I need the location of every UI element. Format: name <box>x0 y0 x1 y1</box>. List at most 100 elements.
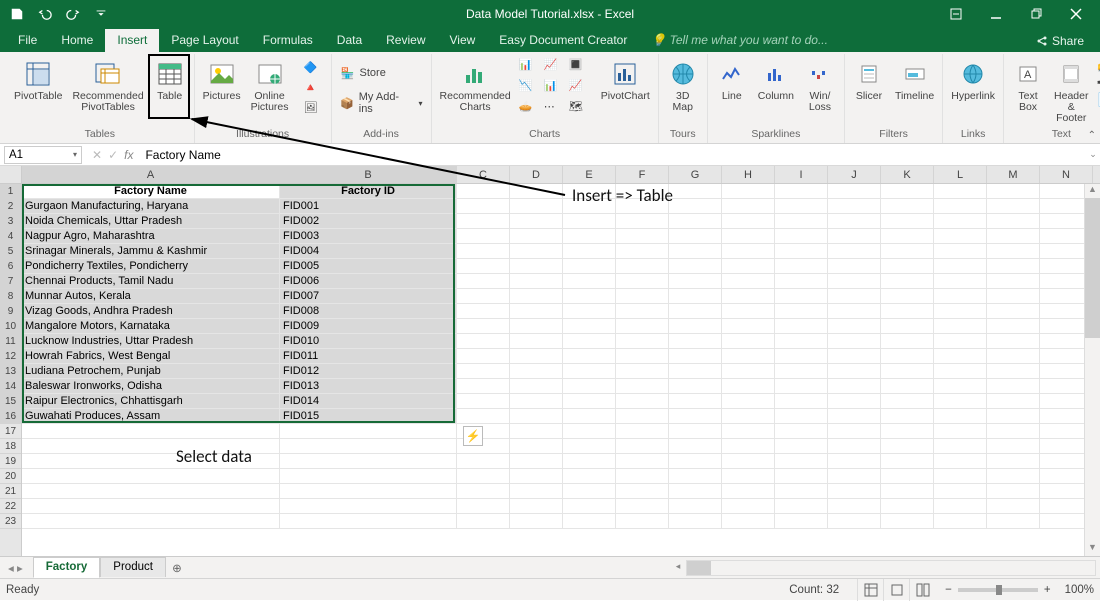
cell[interactable] <box>563 349 616 363</box>
cell[interactable] <box>722 259 775 273</box>
row-header[interactable]: 23 <box>0 514 21 529</box>
cell[interactable] <box>828 484 881 498</box>
new-sheet-button[interactable]: ⊕ <box>166 561 188 575</box>
view-page-layout-button[interactable] <box>883 579 909 601</box>
cell[interactable] <box>881 199 934 213</box>
cell[interactable]: Factory Name <box>22 184 280 198</box>
cell[interactable] <box>722 514 775 528</box>
cell[interactable] <box>457 259 510 273</box>
row-header[interactable]: 2 <box>0 199 21 214</box>
cell[interactable] <box>510 349 563 363</box>
cell[interactable] <box>510 439 563 453</box>
my-addins-button[interactable]: 📦My Add-ins▾ <box>336 90 427 116</box>
cell[interactable] <box>669 394 722 408</box>
cell[interactable] <box>775 289 828 303</box>
cell[interactable] <box>987 499 1040 513</box>
row-header[interactable]: 20 <box>0 469 21 484</box>
scroll-down-icon[interactable]: ▼ <box>1085 542 1100 556</box>
chart-hierarchy-icon[interactable]: 🔳 <box>569 58 593 78</box>
cell[interactable] <box>669 199 722 213</box>
minimize-icon[interactable] <box>976 0 1016 28</box>
cell[interactable] <box>457 349 510 363</box>
cell[interactable] <box>881 469 934 483</box>
row-header[interactable]: 17 <box>0 424 21 439</box>
cell[interactable] <box>987 259 1040 273</box>
cell[interactable] <box>669 409 722 423</box>
cell[interactable] <box>510 514 563 528</box>
cell[interactable] <box>934 364 987 378</box>
row-header[interactable]: 8 <box>0 289 21 304</box>
cell[interactable] <box>616 409 669 423</box>
cell[interactable] <box>775 304 828 318</box>
cell[interactable] <box>987 409 1040 423</box>
cell[interactable] <box>510 244 563 258</box>
column-header[interactable]: L <box>934 166 987 183</box>
cell[interactable] <box>669 454 722 468</box>
collapse-ribbon-icon[interactable]: ⌃ <box>1088 130 1096 141</box>
vertical-scrollbar[interactable]: ▲ ▼ <box>1084 184 1100 556</box>
column-header[interactable]: K <box>881 166 934 183</box>
enter-formula-icon[interactable]: ✓ <box>108 148 118 162</box>
cell[interactable] <box>669 484 722 498</box>
cell[interactable] <box>457 304 510 318</box>
row-header[interactable]: 3 <box>0 214 21 229</box>
cell[interactable]: Guwahati Produces, Assam <box>22 409 280 423</box>
cell[interactable] <box>22 514 280 528</box>
cell[interactable] <box>775 499 828 513</box>
cell[interactable] <box>881 454 934 468</box>
cell[interactable]: Noida Chemicals, Uttar Pradesh <box>22 214 280 228</box>
cell[interactable] <box>828 364 881 378</box>
cell[interactable] <box>722 469 775 483</box>
cell[interactable] <box>881 334 934 348</box>
cell[interactable] <box>616 289 669 303</box>
cell[interactable] <box>510 214 563 228</box>
tab-view[interactable]: View <box>438 29 488 52</box>
cell[interactable] <box>934 229 987 243</box>
cell[interactable] <box>280 454 457 468</box>
cell[interactable] <box>987 514 1040 528</box>
cell[interactable] <box>987 364 1040 378</box>
table-row[interactable]: Nagpur Agro, MaharashtraFID003 <box>22 229 1100 244</box>
cell[interactable] <box>669 514 722 528</box>
cell[interactable] <box>616 214 669 228</box>
tab-easy-document-creator[interactable]: Easy Document Creator <box>487 29 639 52</box>
cell[interactable] <box>563 439 616 453</box>
cell[interactable] <box>987 304 1040 318</box>
cell[interactable] <box>881 184 934 198</box>
column-header[interactable]: B <box>280 166 457 183</box>
cell[interactable] <box>616 424 669 438</box>
name-box[interactable]: A1▾ <box>4 146 82 164</box>
cell[interactable] <box>987 229 1040 243</box>
header-footer-button[interactable]: Header & Footer <box>1050 56 1092 126</box>
cell[interactable] <box>510 409 563 423</box>
cell[interactable] <box>881 304 934 318</box>
cell[interactable] <box>510 319 563 333</box>
cell[interactable] <box>987 334 1040 348</box>
cell[interactable] <box>669 364 722 378</box>
row-header[interactable]: 1 <box>0 184 21 199</box>
vertical-scroll-thumb[interactable] <box>1085 198 1100 338</box>
sheet-nav[interactable]: ◂ ▸ <box>8 561 33 575</box>
cell[interactable] <box>775 319 828 333</box>
cell[interactable] <box>457 364 510 378</box>
cell[interactable] <box>881 229 934 243</box>
cell[interactable] <box>280 484 457 498</box>
cell[interactable]: Pondicherry Textiles, Pondicherry <box>22 259 280 273</box>
view-page-break-button[interactable] <box>909 579 935 601</box>
cell[interactable]: FID001 <box>280 199 457 213</box>
cancel-formula-icon[interactable]: ✕ <box>92 148 102 162</box>
cell[interactable] <box>934 409 987 423</box>
cell[interactable] <box>563 244 616 258</box>
cell[interactable] <box>510 484 563 498</box>
cell[interactable] <box>722 484 775 498</box>
cell[interactable] <box>934 259 987 273</box>
cell[interactable] <box>669 229 722 243</box>
cell[interactable] <box>775 214 828 228</box>
chart-column-icon[interactable]: 📊 <box>519 58 543 78</box>
cell[interactable] <box>457 319 510 333</box>
cell[interactable] <box>881 364 934 378</box>
cell[interactable] <box>934 184 987 198</box>
table-row[interactable]: Factory NameFactory ID <box>22 184 1100 199</box>
cell[interactable] <box>934 484 987 498</box>
shapes-button[interactable]: 🔷 <box>299 58 323 76</box>
